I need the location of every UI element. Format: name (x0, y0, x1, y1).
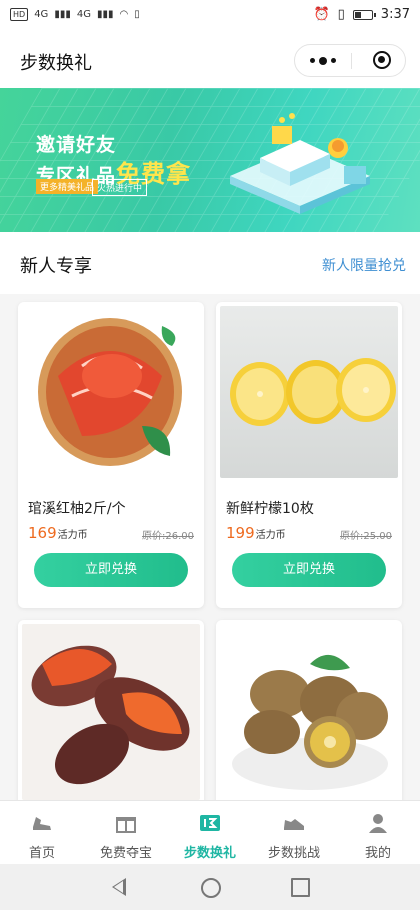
signal-icon: ▮▮▮ (54, 9, 71, 20)
exchange-icon (200, 815, 220, 831)
original-price: 原价:25.00 (340, 531, 392, 542)
title-bar: 步数换礼 (0, 32, 420, 88)
dot-icon (331, 58, 336, 63)
banner-tag-hot: 火热进行中 (92, 179, 148, 196)
back-icon[interactable] (112, 878, 126, 896)
user-icon (369, 814, 387, 833)
product-price: 169活力币 (28, 524, 88, 542)
tab-step-challenge[interactable]: 步数挑战 (252, 801, 336, 865)
newcomer-section: 新人专享 新人限量抢兑 琯溪红柚2斤/个 169活力币 原价:26.00 立即兑… (0, 232, 420, 820)
newcomer-limited-link[interactable]: 新人限量抢兑 (322, 255, 406, 275)
bottom-tab-bar: 首页 免费夺宝 步数换礼 步数挑战 我的 (0, 800, 420, 864)
redeem-button[interactable]: 立即兑换 (34, 553, 188, 587)
network-4g-label: 4G (34, 9, 49, 20)
price-value: 199 (226, 524, 255, 542)
product-price: 199活力币 (226, 524, 286, 542)
section-header: 新人专享 新人限量抢兑 (0, 232, 420, 294)
tab-free-lottery[interactable]: 免费夺宝 (84, 801, 168, 865)
product-name: 琯溪红柚2斤/个 (28, 501, 126, 517)
mini-program-capsule (294, 44, 406, 77)
recent-apps-icon[interactable] (291, 878, 310, 897)
original-price: 原价:26.00 (142, 531, 194, 542)
product-image-kiwi (220, 624, 398, 800)
notification-icon: ▯ (134, 9, 140, 20)
close-mini-program-button[interactable] (373, 51, 391, 69)
dot-icon (319, 56, 327, 65)
price-unit: 活力币 (255, 530, 286, 541)
tab-label: 我的 (364, 846, 391, 861)
status-signals: HD 4G ▮▮▮ 4G ▮▮▮ ◠ ▯ (10, 8, 140, 21)
invite-banner[interactable]: 邀请好友 专区礼品免费拿 更多精美礼品 火热进行中 (0, 88, 420, 232)
battery-icon (352, 9, 376, 20)
product-name: 新鲜柠檬10枚 (226, 501, 314, 517)
gift-icon (116, 817, 136, 833)
product-image-pomelo (22, 306, 200, 478)
signal-icon-2: ▮▮▮ (96, 9, 114, 20)
wifi-icon: ◠ (119, 9, 129, 20)
price-unit: 活力币 (57, 530, 88, 541)
more-menu-button[interactable] (295, 45, 351, 76)
tab-label: 步数换礼 (183, 846, 236, 861)
tab-step-exchange[interactable]: 步数换礼 (168, 801, 252, 865)
product-image-lemon (220, 306, 398, 478)
redeem-button[interactable]: 立即兑换 (232, 553, 386, 587)
clock-time: 3:37 (380, 7, 410, 22)
network-4g-label-2: 4G (76, 9, 91, 20)
status-bar: HD 4G ▮▮▮ 4G ▮▮▮ ◠ ▯ ⏰ ▯ 3:37 (0, 0, 420, 32)
product-card[interactable]: 新鲜柠檬10枚 199活力币 原价:25.00 立即兑换 (216, 302, 402, 608)
section-title: 新人专享 (20, 256, 92, 277)
page-title: 步数换礼 (20, 53, 92, 74)
alarm-icon: ⏰ (313, 7, 330, 22)
product-card[interactable] (18, 620, 204, 820)
isometric-gift-illustration (230, 113, 370, 214)
product-card[interactable] (216, 620, 402, 820)
banner-tag-gifts: 更多精美礼品 (36, 179, 99, 194)
tab-label: 免费夺宝 (99, 846, 152, 861)
tab-home[interactable]: 首页 (0, 801, 84, 865)
vibrate-icon: ▯ (337, 7, 345, 22)
product-image-sweet-potato (22, 624, 200, 800)
system-nav-bar (0, 864, 420, 910)
tab-label: 首页 (28, 846, 55, 861)
product-card[interactable]: 琯溪红柚2斤/个 169活力币 原价:26.00 立即兑换 (18, 302, 204, 608)
hd-badge: HD (10, 8, 29, 21)
dot-icon (310, 58, 315, 63)
banner-headline: 邀请好友 (36, 134, 117, 156)
tab-label: 步数挑战 (267, 846, 320, 861)
capsule-divider (351, 53, 352, 69)
shoe-icon (33, 817, 51, 830)
home-icon[interactable] (201, 878, 221, 898)
price-value: 169 (28, 524, 57, 542)
sneaker-icon (284, 819, 304, 830)
tab-mine[interactable]: 我的 (336, 801, 420, 865)
